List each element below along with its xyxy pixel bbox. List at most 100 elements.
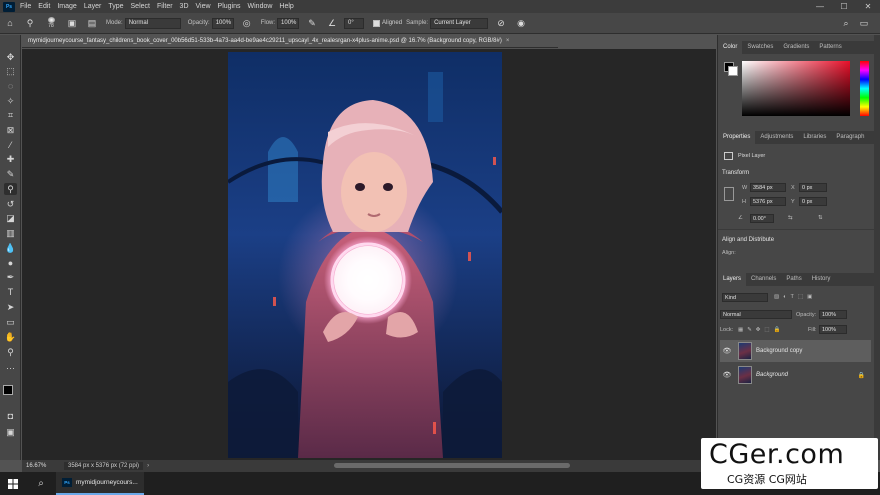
taskbar-photoshop-app[interactable]: Ps mymidjourneycours... bbox=[56, 472, 144, 495]
transform-heading[interactable]: Transform bbox=[722, 170, 749, 176]
visibility-eye-icon[interactable]: 👁 bbox=[720, 347, 734, 355]
fill-input[interactable]: 100% bbox=[819, 325, 847, 334]
tab-paths[interactable]: Paths bbox=[781, 273, 806, 286]
quick-mask-icon[interactable]: ◘ bbox=[4, 410, 17, 422]
foreground-color-swatch[interactable] bbox=[3, 385, 13, 395]
clone-stamp-tool-icon[interactable]: ⚲ bbox=[24, 17, 36, 29]
airbrush-icon[interactable]: ✎ bbox=[306, 17, 318, 29]
type-tool-icon[interactable]: T bbox=[4, 286, 17, 298]
menu-image[interactable]: Image bbox=[57, 3, 76, 10]
aligned-checkbox[interactable] bbox=[373, 19, 381, 27]
color-background-swatch[interactable] bbox=[728, 66, 738, 76]
document-tab[interactable]: mymidjourneycourse_fantasy_childrens_boo… bbox=[22, 35, 558, 48]
sample-select[interactable]: Current Layer bbox=[430, 17, 489, 29]
brush-tool-icon[interactable]: ✎ bbox=[4, 168, 17, 180]
menu-edit[interactable]: Edit bbox=[38, 3, 50, 10]
layer-filter-icons[interactable]: ▨◐T⬚▣ bbox=[774, 294, 816, 300]
tab-swatches[interactable]: Swatches bbox=[742, 41, 778, 54]
lock-icons[interactable]: ▦✎✥⬚🔒 bbox=[738, 327, 784, 333]
panel-scrollbar[interactable] bbox=[874, 35, 880, 460]
pressure-opacity-icon[interactable]: ◎ bbox=[241, 17, 253, 29]
crop-tool-icon[interactable]: ⌗ bbox=[4, 109, 17, 121]
maximize-button[interactable]: ☐ bbox=[832, 0, 856, 13]
layer-row-background-copy[interactable]: 👁 Background copy bbox=[720, 340, 871, 362]
marquee-tool-icon[interactable]: ⬚ bbox=[4, 65, 17, 77]
y-input[interactable]: 0 px bbox=[799, 197, 827, 206]
dodge-tool-icon[interactable]: ● bbox=[4, 257, 17, 269]
document-info[interactable]: 3584 px x 5376 px (72 ppi) bbox=[64, 462, 144, 470]
flip-vertical-icon[interactable]: ⇅ bbox=[818, 215, 823, 221]
layer-row-background[interactable]: 👁 Background 🔒 bbox=[720, 364, 871, 386]
tab-layers[interactable]: Layers bbox=[718, 273, 747, 286]
zoom-tool-icon[interactable]: ⚲ bbox=[4, 346, 17, 358]
path-selection-tool-icon[interactable]: ➤ bbox=[4, 301, 17, 313]
layer-filter-select[interactable]: Kind bbox=[722, 293, 768, 302]
workspace-icon[interactable]: ▭ bbox=[858, 17, 870, 29]
link-dimensions-icon[interactable] bbox=[724, 187, 734, 201]
color-picker-field[interactable] bbox=[742, 61, 850, 116]
history-brush-tool-icon[interactable]: ↺ bbox=[4, 198, 17, 210]
menu-window[interactable]: Window bbox=[248, 3, 273, 10]
tab-color[interactable]: Color bbox=[718, 41, 743, 54]
tab-properties[interactable]: Properties bbox=[718, 131, 756, 144]
tab-patterns[interactable]: Patterns bbox=[814, 41, 846, 54]
pen-tool-icon[interactable]: ✒ bbox=[4, 271, 17, 283]
healing-brush-tool-icon[interactable]: ✚ bbox=[4, 153, 17, 165]
opacity-input[interactable]: 100% bbox=[211, 17, 234, 29]
tab-channels[interactable]: Channels bbox=[746, 273, 781, 286]
status-arrow-icon[interactable]: › bbox=[147, 463, 149, 469]
home-icon[interactable]: ⌂ bbox=[4, 17, 16, 29]
close-document-icon[interactable]: × bbox=[506, 38, 510, 44]
layer-lock-icon[interactable]: 🔒 bbox=[858, 372, 865, 379]
lasso-tool-icon[interactable]: ◌ bbox=[4, 80, 17, 92]
menu-view[interactable]: View bbox=[196, 3, 211, 10]
rotation-input[interactable]: 0.00° bbox=[750, 214, 774, 223]
visibility-eye-icon[interactable]: 👁 bbox=[720, 371, 734, 379]
brush-preset-picker[interactable]: 78 bbox=[44, 17, 58, 29]
menu-filter[interactable]: Filter bbox=[157, 3, 173, 10]
ignore-adjustment-icon[interactable]: ⊘ bbox=[495, 17, 507, 29]
gradient-tool-icon[interactable]: ▥ bbox=[4, 227, 17, 239]
menu-select[interactable]: Select bbox=[131, 3, 150, 10]
height-input[interactable]: 5376 px bbox=[750, 197, 786, 206]
blur-tool-icon[interactable]: 💧 bbox=[4, 242, 17, 254]
menu-type[interactable]: Type bbox=[108, 3, 123, 10]
tab-gradients[interactable]: Gradients bbox=[778, 41, 814, 54]
pressure-size-icon[interactable]: ◉ bbox=[515, 17, 527, 29]
frame-tool-icon[interactable]: ⊠ bbox=[4, 124, 17, 136]
eyedropper-tool-icon[interactable]: ⁄ bbox=[4, 139, 17, 151]
hue-slider[interactable] bbox=[860, 61, 869, 116]
width-input[interactable]: 3584 px bbox=[750, 183, 786, 192]
brush-settings-icon[interactable]: ▣ bbox=[66, 17, 78, 29]
windows-start-icon[interactable] bbox=[0, 478, 26, 489]
close-window-button[interactable]: ✕ bbox=[856, 0, 880, 13]
align-heading[interactable]: Align and Distribute bbox=[722, 237, 774, 243]
screen-mode-icon[interactable]: ▣ bbox=[4, 426, 17, 438]
blend-mode-select[interactable]: Normal bbox=[720, 310, 792, 319]
eraser-tool-icon[interactable]: ◪ bbox=[4, 212, 17, 224]
flow-input[interactable]: 100% bbox=[277, 17, 300, 29]
menu-3d[interactable]: 3D bbox=[180, 3, 189, 10]
move-tool-icon[interactable]: ✥ bbox=[4, 51, 17, 63]
horizontal-scrollbar[interactable] bbox=[334, 463, 570, 468]
rectangle-tool-icon[interactable]: ▭ bbox=[4, 316, 17, 328]
clone-source-icon[interactable]: ▤ bbox=[86, 17, 98, 29]
tab-paragraph[interactable]: Paragraph bbox=[831, 131, 869, 144]
angle-input[interactable]: 0° bbox=[344, 17, 365, 29]
menu-file[interactable]: File bbox=[20, 3, 31, 10]
layer-opacity-input[interactable]: 100% bbox=[819, 310, 847, 319]
menu-plugins[interactable]: Plugins bbox=[218, 3, 241, 10]
search-icon[interactable]: ⌕ bbox=[840, 17, 852, 29]
clone-stamp-tool-icon[interactable]: ⚲ bbox=[4, 183, 17, 195]
x-input[interactable]: 0 px bbox=[799, 183, 827, 192]
tab-libraries[interactable]: Libraries bbox=[798, 131, 831, 144]
minimize-button[interactable]: — bbox=[808, 0, 832, 13]
menu-layer[interactable]: Layer bbox=[84, 3, 102, 10]
quick-select-tool-icon[interactable]: ✧ bbox=[4, 95, 17, 107]
tab-adjustments[interactable]: Adjustments bbox=[755, 131, 798, 144]
edit-toolbar-icon[interactable]: ··· bbox=[4, 362, 17, 374]
tab-history[interactable]: History bbox=[807, 273, 836, 286]
hand-tool-icon[interactable]: ✋ bbox=[4, 331, 17, 343]
menu-help[interactable]: Help bbox=[279, 3, 293, 10]
flip-horizontal-icon[interactable]: ⇆ bbox=[788, 215, 793, 221]
